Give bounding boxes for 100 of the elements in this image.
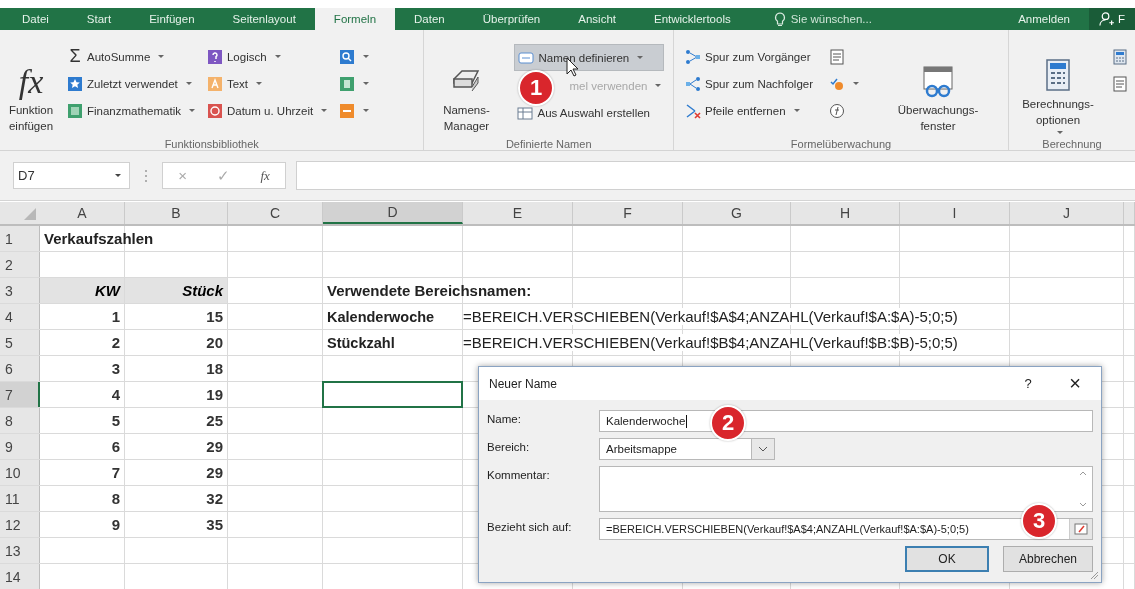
ribbon-button[interactable]: Finanzmathematik [64, 98, 198, 123]
name-box[interactable]: D7 [13, 162, 130, 189]
table-cell: 3 [111, 360, 120, 377]
ribbon-button[interactable]: Logisch [203, 44, 331, 69]
row-header[interactable]: 5 [0, 330, 40, 355]
table-cell: 8 [111, 490, 120, 507]
column-header[interactable]: J [1010, 202, 1124, 224]
ribbon-tab[interactable]: Datei [0, 8, 68, 30]
watch-window-icon [920, 65, 956, 99]
ribbon-tab[interactable]: Daten [395, 8, 464, 30]
search-field[interactable]: Sie wünschen... [769, 8, 876, 30]
table-cell: 32 [206, 490, 223, 507]
row-header[interactable]: 7 [0, 382, 40, 407]
sign-in-link[interactable]: Anmelden [999, 8, 1089, 30]
group-label: Formelüberwachung [789, 138, 893, 150]
help-button[interactable]: ? [1013, 376, 1043, 391]
caret-icon [115, 174, 121, 177]
row-header[interactable]: 13 [0, 538, 40, 563]
formula-circle-icon [829, 102, 845, 119]
row-header[interactable]: 6 [0, 356, 40, 381]
ribbon-button[interactable]: Text [203, 71, 331, 96]
ribbon-tab[interactable]: Seitenlayout [213, 8, 315, 30]
row-header[interactable]: 9 [0, 434, 40, 459]
cancel-button[interactable]: Abbrechen [1003, 546, 1093, 572]
table-cell: Stück [125, 278, 228, 303]
row-header[interactable]: 12 [0, 512, 40, 537]
clock-icon [206, 102, 223, 119]
ribbon-button[interactable]: Pfeile entfernen [682, 98, 816, 123]
ribbon-button[interactable]: Spur zum Vorgänger [682, 44, 816, 69]
scope-dropdown[interactable]: Arbeitsmappe [599, 438, 751, 460]
table-cell: Verkaufszahlen [44, 230, 154, 247]
function-icon: fx [18, 65, 44, 99]
ribbon-button[interactable]: Überwachungs-fenster [890, 44, 986, 138]
dropdown-button[interactable] [751, 438, 775, 460]
table-cell: 2 [111, 334, 120, 351]
column-header[interactable]: H [791, 202, 900, 224]
close-button[interactable]: × [1063, 372, 1087, 395]
active-cell[interactable] [322, 381, 463, 408]
table-cell: Verwendete Bereichsnamen: [327, 282, 532, 299]
column-header[interactable]: F [573, 202, 683, 224]
ribbon-tab[interactable]: Einfügen [130, 8, 214, 30]
table-cell: 19 [206, 386, 223, 403]
formula-input[interactable] [296, 161, 1135, 190]
scroll-up-icon [1079, 471, 1087, 476]
sum-icon: Σ [67, 46, 83, 67]
range-select-icon [1074, 523, 1088, 535]
column-header[interactable]: I [900, 202, 1010, 224]
table-cell: 5 [111, 412, 120, 429]
ribbon-tab[interactable]: Start [67, 8, 131, 30]
person-icon [1099, 11, 1114, 27]
square-icon [339, 75, 356, 92]
dialog-title: Neuer Name [489, 376, 559, 391]
table-cell: Stückzahl [327, 334, 395, 351]
column-header[interactable]: A [40, 202, 125, 224]
insert-function-button[interactable]: fx [260, 167, 270, 184]
ribbon-tab[interactable]: Formeln [314, 8, 396, 30]
scroll-down-icon [1079, 502, 1087, 507]
ribbon-tab[interactable]: Überprüfen [463, 8, 560, 30]
table-cell: 20 [206, 334, 223, 351]
ribbon-button[interactable]: Spur zum Nachfolger [682, 71, 816, 96]
share-button[interactable]: F [1089, 8, 1135, 30]
group-label: Definierte Namen [504, 138, 593, 150]
row-header[interactable]: 8 [0, 408, 40, 433]
ribbon-button[interactable]: Namens-Manager [428, 44, 505, 138]
scrollbar[interactable] [1078, 471, 1088, 507]
ribbon-button[interactable]: Datum u. Uhrzeit [203, 98, 331, 123]
question-icon [206, 48, 223, 65]
calculator-icon [1112, 48, 1128, 65]
row-header[interactable]: 1 [0, 226, 40, 251]
ribbon-button[interactable]: Namen definieren [514, 44, 665, 71]
column-header[interactable]: E [463, 202, 573, 224]
row-header[interactable]: 4 [0, 304, 40, 329]
row-header[interactable]: 14 [0, 564, 40, 589]
field-label: Bereich: [487, 440, 531, 453]
table-cell: 35 [206, 516, 223, 533]
ribbon-button[interactable]: Zuletzt verwendet [64, 71, 198, 96]
row-header[interactable]: 10 [0, 460, 40, 485]
ribbon-button[interactable]: Σ AutoSumme [64, 44, 198, 69]
comment-field[interactable] [599, 466, 1093, 512]
ribbon-button[interactable]: Berechnungs-optionen [1013, 44, 1103, 138]
field-label: Name: [487, 412, 522, 425]
collapse-button[interactable] [1069, 519, 1092, 539]
ribbon-tab[interactable]: Entwicklertools [635, 8, 750, 30]
ribbon-button[interactable]: fx Funktion einfügen [4, 44, 58, 138]
column-header[interactable]: G [683, 202, 791, 224]
group-label: Funktionsbibliothek [163, 138, 260, 150]
ribbon-tab[interactable]: Ansicht [559, 8, 635, 30]
row-header[interactable]: 2 [0, 252, 40, 277]
grip-icon [144, 168, 148, 183]
remove-arrows-icon [685, 102, 701, 119]
column-header[interactable]: B [125, 202, 228, 224]
table-cell: 4 [111, 386, 120, 403]
table-cell: 25 [206, 412, 223, 429]
sheet-icon [1112, 75, 1128, 92]
row-header[interactable]: 11 [0, 486, 40, 511]
row-header[interactable]: 3 [0, 278, 40, 303]
table-cell: 29 [206, 464, 223, 481]
ok-button[interactable]: OK [905, 546, 989, 572]
table-icon [517, 104, 534, 121]
column-header[interactable]: D [323, 202, 463, 224]
